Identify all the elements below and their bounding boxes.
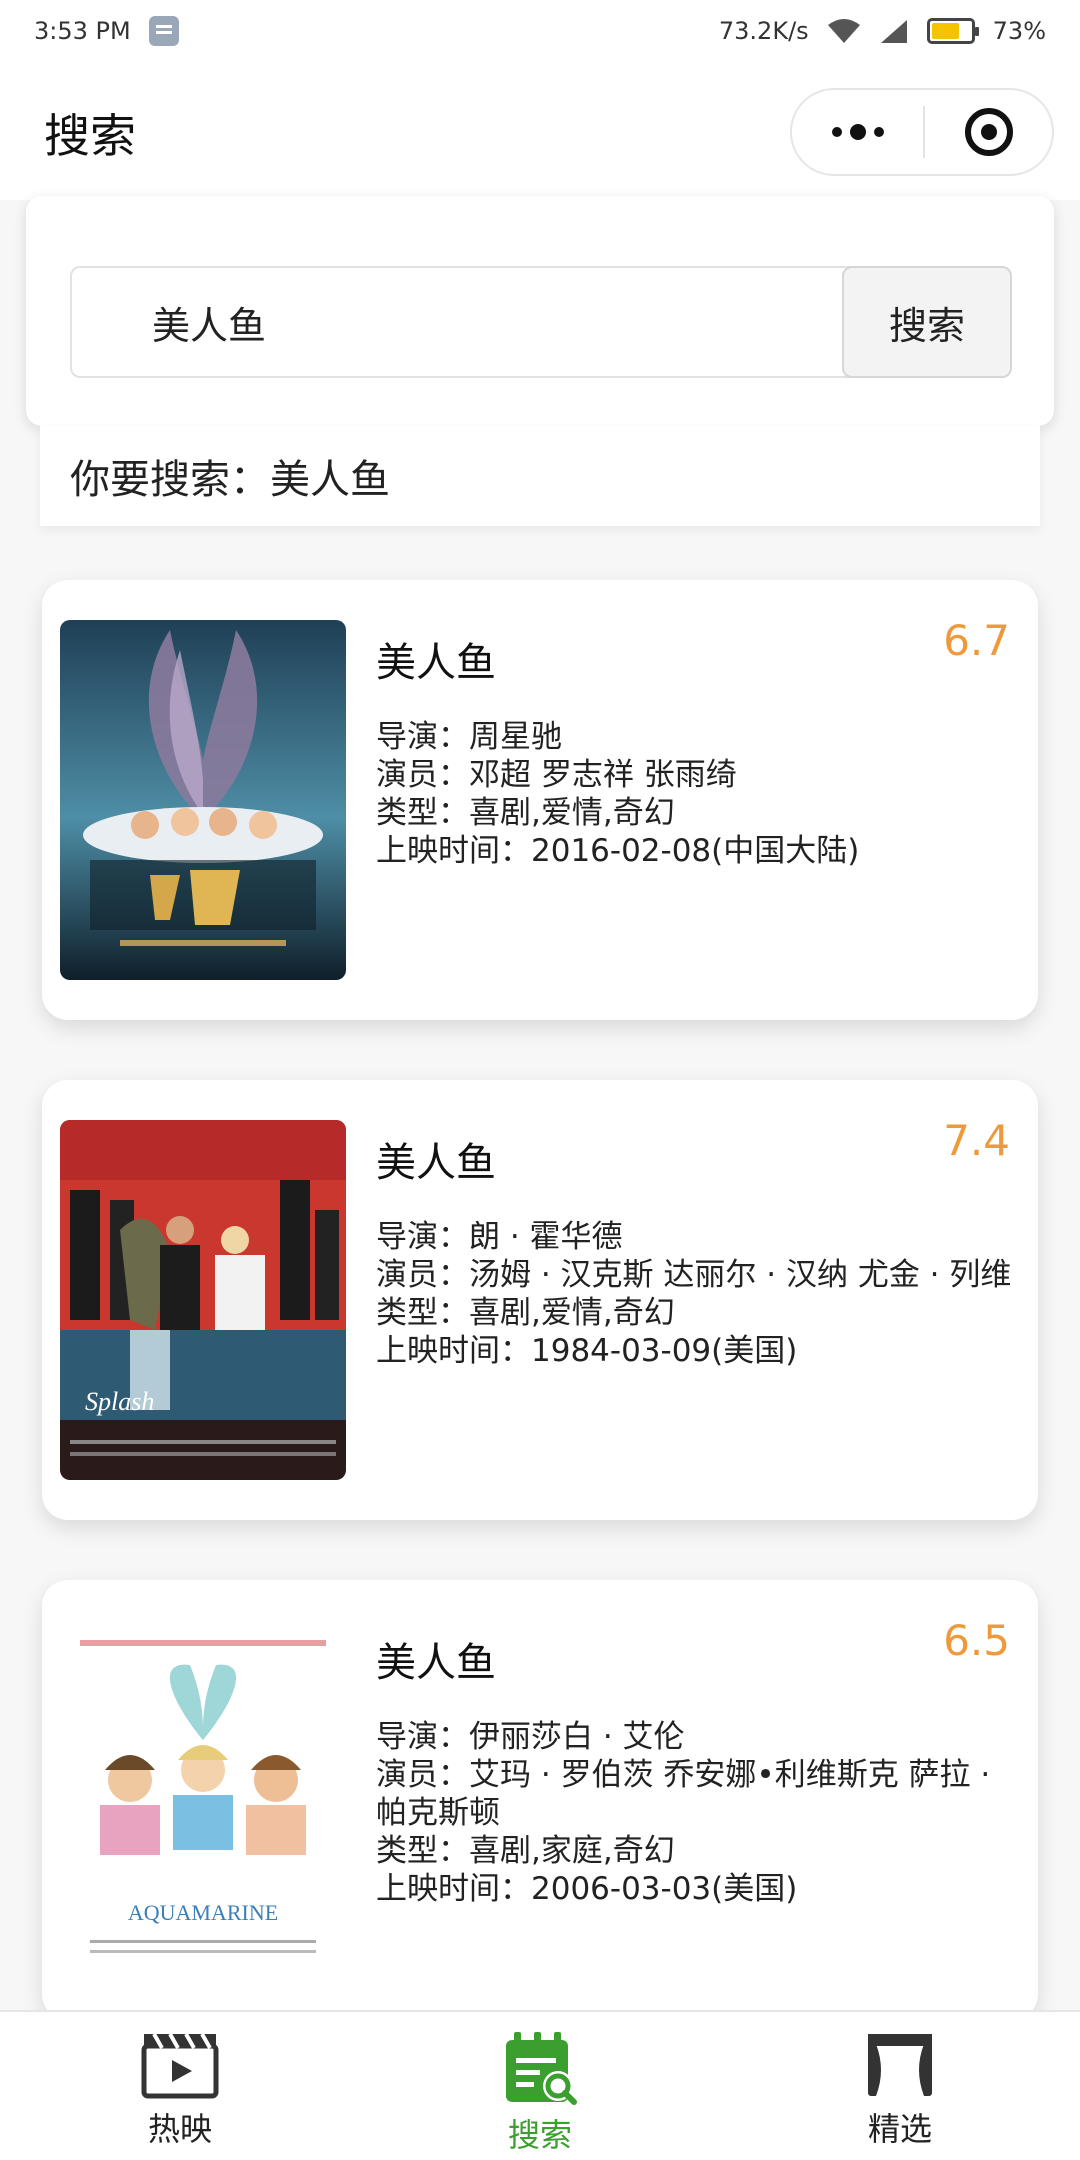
search-card: 美人鱼 搜索 (26, 196, 1054, 426)
movie-poster[interactable]: AQUAMARINE (60, 1620, 346, 1980)
more-options-button[interactable] (792, 90, 923, 174)
movie-rating: 6.7 (943, 616, 1010, 665)
target-close-icon (964, 108, 1013, 156)
movie-rating: 7.4 (943, 1116, 1010, 1165)
search-input[interactable]: 美人鱼 (70, 266, 870, 378)
movie-rating: 6.5 (943, 1616, 1010, 1665)
tab-label: 搜索 (507, 2116, 572, 2154)
miniprogram-capsule (790, 88, 1054, 176)
movie-director: 导演：朗 · 霍华德 (376, 1219, 623, 1255)
search-button[interactable]: 搜索 (842, 266, 1012, 378)
battery-fill (931, 23, 960, 39)
more-dot-icon (849, 124, 866, 140)
stage-curtain-icon (868, 2034, 932, 2096)
tab-bar: 热映 搜索 精选 (0, 2010, 1080, 2160)
movie-info: 导演：周星驰 演员：邓超 罗志祥 张雨绮 类型：喜剧,爱情,奇幻 上映时间：20… (376, 718, 1016, 870)
signal-icon (879, 18, 909, 44)
movie-release-date: 上映时间：1984-03-09(美国) (376, 1333, 798, 1369)
movie-director: 导演：伊丽莎白 · 艾伦 (376, 1719, 685, 1755)
svg-text:AQUAMARINE: AQUAMARINE (128, 1900, 278, 1925)
network-speed: 73.2K/s (718, 17, 809, 45)
svg-text:Splash: Splash (85, 1387, 154, 1416)
status-time: 3:53 PM (34, 17, 131, 45)
movie-director: 导演：周星驰 (376, 719, 562, 755)
movie-cast: 演员：邓超 罗志祥 张雨绮 (376, 757, 737, 793)
battery-percent: 73% (992, 17, 1046, 45)
search-calendar-icon (506, 2032, 577, 2105)
navigation-bar: 搜索 (0, 62, 1080, 200)
wifi-icon (827, 18, 861, 44)
more-dot-icon (873, 127, 884, 137)
movie-card[interactable]: 美人鱼 6.7 导演：周星驰 演员：邓超 罗志祥 张雨绮 类型：喜剧,爱情,奇幻… (42, 580, 1038, 1020)
tab-label: 热映 (147, 2110, 212, 2148)
tab-now-showing[interactable]: 热映 (80, 2030, 280, 2150)
tab-featured[interactable]: 精选 (800, 2030, 1000, 2150)
movie-info: 导演：朗 · 霍华德 演员：汤姆 · 汉克斯 达丽尔 · 汉纳 尤金 · 列维 … (376, 1218, 1016, 1370)
movie-card[interactable]: Splash 美人鱼 7.4 导演：朗 · 霍华德 演员：汤姆 · 汉克斯 达丽… (42, 1080, 1038, 1520)
movie-cast: 演员：汤姆 · 汉克斯 达丽尔 · 汉纳 尤金 · 列维 (376, 1257, 1012, 1293)
tab-label: 精选 (867, 2110, 932, 2148)
movie-release-date: 上映时间：2016-02-08(中国大陆) (376, 833, 860, 869)
movie-title: 美人鱼 (376, 1640, 496, 1686)
movie-cast: 演员：艾玛 · 罗伯茨 乔安娜•利维斯克 萨拉 · 帕克斯顿 (376, 1757, 991, 1831)
more-dot-icon (831, 127, 842, 137)
movie-title: 美人鱼 (376, 1140, 496, 1186)
movie-card[interactable]: AQUAMARINE 美人鱼 6.5 导演：伊丽莎白 · 艾伦 演员：艾玛 · … (42, 1580, 1038, 2020)
tab-search[interactable]: 搜索 (440, 2030, 640, 2156)
status-bar: 3:53 PM 73.2K/s 73% (0, 0, 1080, 62)
clapperboard-icon (141, 2033, 219, 2099)
movie-genre: 类型：喜剧,爱情,奇幻 (376, 795, 675, 831)
page-title: 搜索 (44, 109, 136, 163)
movie-poster[interactable]: Splash (60, 1120, 346, 1480)
search-query-label: 你要搜索：美人鱼 (40, 426, 1040, 526)
movie-genre: 类型：喜剧,爱情,奇幻 (376, 1295, 675, 1331)
notification-app-icon (148, 16, 179, 46)
battery-icon (926, 18, 979, 44)
movie-info: 导演：伊丽莎白 · 艾伦 演员：艾玛 · 罗伯茨 乔安娜•利维斯克 萨拉 · 帕… (376, 1718, 1016, 1908)
movie-poster[interactable] (60, 620, 346, 980)
movie-genre: 类型：喜剧,家庭,奇幻 (376, 1833, 675, 1869)
close-miniprogram-button[interactable] (925, 108, 1052, 156)
movie-title: 美人鱼 (376, 640, 496, 686)
movie-release-date: 上映时间：2006-03-03(美国) (376, 1871, 798, 1907)
